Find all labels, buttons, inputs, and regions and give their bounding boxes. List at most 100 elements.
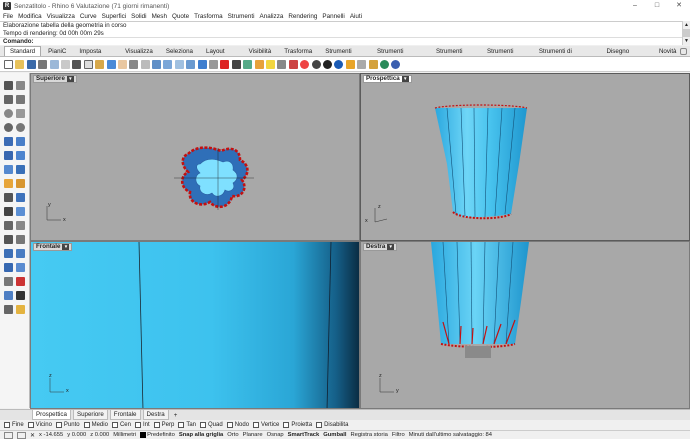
menu-curve[interactable]: Curve — [80, 13, 97, 20]
osnap-cen[interactable]: Cen — [111, 422, 131, 428]
print-icon[interactable] — [38, 59, 48, 69]
menu-file[interactable]: File — [3, 13, 13, 20]
mesh-icon[interactable] — [4, 263, 13, 272]
viewport-tab-prospettica[interactable]: Prospettica — [32, 410, 71, 420]
osnap-quad[interactable]: Quad — [200, 422, 223, 428]
menu-trasforma[interactable]: Trasforma — [194, 13, 222, 20]
checkbox-icon[interactable] — [316, 422, 323, 428]
tab-standard[interactable]: Standard — [4, 46, 42, 56]
loft-icon[interactable] — [16, 137, 25, 146]
save-icon[interactable] — [26, 59, 36, 69]
checkbox-icon[interactable] — [83, 422, 90, 428]
status-snap-toggle[interactable]: Snap alla griglia — [179, 432, 223, 438]
viewport-tab-destra[interactable]: Destra — [142, 410, 169, 420]
open-folder-icon[interactable] — [15, 59, 25, 69]
properties-icon[interactable] — [60, 59, 70, 69]
point-cloud-icon[interactable] — [16, 277, 25, 286]
move-icon[interactable] — [129, 59, 139, 69]
undo-icon[interactable] — [106, 59, 116, 69]
array-icon[interactable] — [16, 249, 25, 258]
status-gumball-toggle[interactable]: Gumball — [323, 432, 346, 438]
grid-icon[interactable] — [209, 59, 219, 69]
analyze-icon[interactable] — [4, 305, 13, 314]
menu-pannelli[interactable]: Pannelli — [322, 13, 344, 20]
minimize-button[interactable]: – — [624, 0, 646, 12]
rotate-view-icon[interactable] — [140, 59, 150, 69]
osnap-vicino[interactable]: Vicino — [27, 422, 52, 428]
polyline-icon[interactable] — [4, 95, 13, 104]
revolve-icon[interactable] — [16, 165, 25, 174]
undo-view-icon[interactable] — [197, 59, 207, 69]
check-icon[interactable] — [16, 291, 25, 300]
viewport-top[interactable]: Superiore ▼ x y — [30, 73, 360, 241]
status-planar-toggle[interactable]: Planare — [243, 432, 263, 438]
tab-seleziona[interactable]: Seleziona — [160, 46, 199, 56]
osnap-tan[interactable]: Tan — [178, 422, 196, 428]
checkbox-icon[interactable] — [153, 422, 160, 428]
menu-rendering[interactable]: Rendering — [288, 13, 317, 20]
checkbox-icon[interactable] — [178, 422, 185, 428]
status-layout-icon[interactable] — [4, 431, 13, 439]
split-icon[interactable] — [16, 193, 25, 202]
checkbox-icon[interactable] — [253, 422, 260, 428]
circle-icon[interactable] — [4, 109, 13, 118]
select-arrow-icon[interactable] — [4, 81, 13, 90]
arc-icon[interactable] — [4, 123, 13, 132]
viewport-tab-frontale[interactable]: Frontale — [109, 410, 141, 420]
osnap-medio[interactable]: Medio — [83, 422, 108, 428]
help-icon[interactable] — [391, 59, 401, 69]
zoom-window-icon[interactable] — [163, 59, 173, 69]
add-viewport-tab-icon[interactable]: + — [171, 411, 181, 420]
render-ball-icon[interactable] — [322, 59, 332, 69]
status-layer[interactable]: Predefinito — [147, 432, 175, 438]
status-osnap-toggle[interactable]: Osnap — [267, 432, 284, 438]
tab-layout-viste[interactable]: Layout viste — [200, 46, 242, 65]
environment-ball-icon[interactable] — [334, 59, 344, 69]
points-icon[interactable] — [220, 59, 230, 69]
scroll-up-icon[interactable]: ▲ — [683, 21, 690, 29]
import-icon[interactable] — [49, 59, 59, 69]
boolean-icon[interactable] — [4, 179, 13, 188]
osnap-nodo[interactable]: Nodo — [226, 422, 249, 428]
paint-icon[interactable] — [16, 305, 25, 314]
zoom-icon[interactable] — [152, 59, 162, 69]
trim-icon[interactable] — [4, 193, 13, 202]
join-icon[interactable] — [4, 207, 13, 216]
surface-icon[interactable] — [4, 137, 13, 146]
tab-trasforma[interactable]: Trasforma — [278, 46, 318, 56]
menu-visualizza[interactable]: Visualizza — [47, 13, 75, 20]
rectangle-icon[interactable] — [16, 109, 25, 118]
viewport-front[interactable]: Frontale ▼ x z — [30, 241, 360, 409]
tab-imposta-vista[interactable]: Imposta vista — [73, 46, 118, 65]
tab-strumenti-curve[interactable]: Strumenti curve — [319, 46, 370, 65]
tab-strumenti-solidi[interactable]: Strumenti solidi — [430, 46, 480, 65]
osnap-disabilita[interactable]: Disabilita — [316, 422, 348, 428]
fillet-icon[interactable] — [16, 179, 25, 188]
snap-icon[interactable] — [254, 59, 264, 69]
maximize-button[interactable]: □ — [646, 0, 668, 12]
viewport-perspective[interactable]: Prospettica ▼ x z — [360, 73, 690, 241]
light-icon[interactable] — [265, 59, 275, 69]
copy-icon[interactable] — [83, 59, 93, 69]
osnap-proietta[interactable]: Proietta — [283, 422, 312, 428]
osnap-punto[interactable]: Punto — [55, 422, 80, 428]
checkbox-icon[interactable] — [4, 422, 10, 428]
status-units[interactable]: Millimetri — [113, 432, 136, 438]
gumball-icon[interactable] — [243, 59, 253, 69]
checkbox-icon[interactable] — [134, 422, 141, 428]
options-gear-icon[interactable] — [357, 59, 367, 69]
sun-icon[interactable] — [345, 59, 355, 69]
checkbox-icon[interactable] — [111, 422, 118, 428]
tab-pianic[interactable]: PianiC — [42, 46, 72, 56]
status-history-toggle[interactable]: Registra storia — [350, 432, 387, 438]
pan-hand-icon[interactable] — [117, 59, 127, 69]
scroll-down-icon[interactable]: ▼ — [683, 37, 690, 45]
settings-icon[interactable] — [368, 59, 378, 69]
sphere-icon[interactable] — [16, 151, 25, 160]
viewport-tab-superiore[interactable]: Superiore — [72, 410, 108, 420]
close-button[interactable]: ✕ — [668, 0, 690, 12]
status-ortho-toggle[interactable]: Orto — [227, 432, 238, 438]
flow-icon[interactable] — [16, 263, 25, 272]
menu-quote[interactable]: Quote — [172, 13, 189, 20]
viewport-right[interactable]: Destra ▼ y z — [360, 241, 690, 409]
